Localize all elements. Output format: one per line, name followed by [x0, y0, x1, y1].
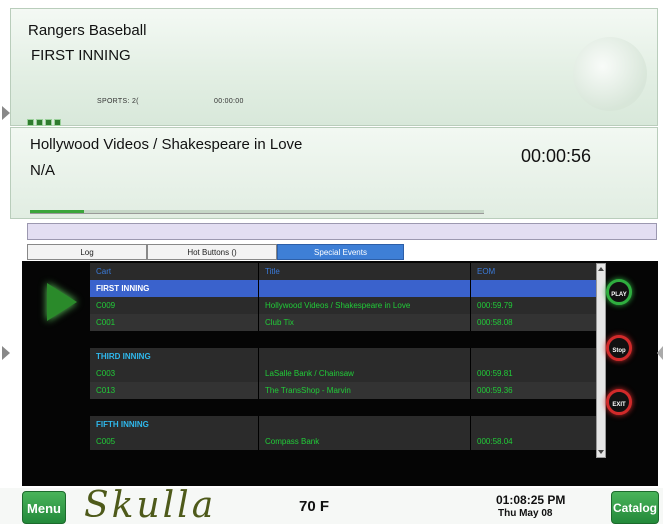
section-eom-empty — [471, 280, 596, 297]
section-name: FIRST INNING — [90, 280, 259, 297]
table-row[interactable]: C009 Hollywood Videos / Shakespeare in L… — [90, 297, 596, 314]
column-header-cart[interactable]: Cart — [90, 263, 259, 280]
section-row[interactable]: THIRD INNING — [90, 348, 596, 365]
up-next-panel: Hollywood Videos / Shakespeare in Love N… — [10, 127, 658, 219]
scroll-down-icon[interactable] — [598, 450, 604, 454]
title-cell: Compass Bank — [259, 433, 471, 450]
date: Thu May 08 — [498, 508, 553, 519]
exit-button[interactable]: EXIT — [606, 389, 632, 415]
table-scrollbar[interactable] — [596, 263, 606, 458]
section-title-empty — [259, 416, 471, 433]
eom-cell: 000:58.08 — [477, 318, 513, 327]
play-arrow-icon[interactable] — [47, 283, 77, 321]
tab-log[interactable]: Log — [27, 244, 147, 260]
eom-cell: 000:59.79 — [477, 301, 513, 310]
special-events-panel: Cart Title EOM FIRST INNING C009 Hollywo… — [22, 261, 658, 486]
section-title-empty — [259, 348, 471, 365]
stop-button[interactable]: Stop — [606, 335, 632, 361]
cart-cell: C013 — [90, 382, 259, 399]
section-eom-empty — [471, 416, 596, 433]
cart-cell: C003 — [90, 365, 259, 382]
cart-cell: C005 — [90, 433, 259, 450]
eom-cell: 000:58.04 — [477, 437, 513, 446]
events-table: Cart Title EOM FIRST INNING C009 Hollywo… — [90, 263, 596, 458]
expand-left-arrow-icon[interactable] — [2, 346, 10, 360]
title-cell: Club Tix — [259, 314, 471, 331]
now-playing-title: Rangers Baseball — [28, 22, 147, 39]
level-meter — [27, 119, 61, 126]
level-segment — [54, 119, 61, 126]
table-row[interactable]: C005 Compass Bank 000:58.04 — [90, 433, 596, 450]
progress-fill — [30, 210, 85, 213]
eom-cell: 000:59.36 — [477, 386, 513, 395]
cart-cell: C009 — [90, 297, 259, 314]
up-next-title: Hollywood Videos / Shakespeare in Love — [30, 136, 303, 153]
title-cell: Hollywood Videos / Shakespeare in Love — [259, 297, 471, 314]
table-row[interactable]: C013 The TransShop - Marvin 000:59.36 — [90, 382, 596, 399]
section-row[interactable]: FIRST INNING — [90, 280, 596, 297]
column-header-title[interactable]: Title — [259, 263, 471, 280]
column-header-eom[interactable]: EOM — [471, 263, 596, 280]
temperature: 70 F — [299, 498, 330, 515]
up-next-progress-bar — [30, 210, 484, 214]
catalog-button[interactable]: Catalog — [611, 491, 659, 524]
collapse-left-arrow-icon[interactable] — [2, 106, 10, 120]
now-playing-panel: Rangers Baseball FIRST INNING SPORTS: 2(… — [10, 8, 658, 126]
clock: 01:08:25 PM — [496, 493, 566, 507]
up-next-time: 00:00:56 — [521, 146, 592, 166]
spacer-row — [90, 331, 596, 348]
cart-cell: C001 — [90, 314, 259, 331]
satellite-dish-icon — [573, 37, 647, 111]
title-cell: The TransShop - Marvin — [259, 382, 471, 399]
section-row[interactable]: FIFTH INNING — [90, 416, 596, 433]
level-segment — [36, 119, 43, 126]
section-name: THIRD INNING — [90, 348, 259, 365]
skulla-logo: Skulla — [84, 485, 217, 524]
footer-bar: Menu Skulla 70 F 01:08:25 PM Thu May 08 … — [0, 488, 663, 524]
level-segment — [27, 119, 34, 126]
now-playing-category: SPORTS: 2( — [97, 98, 139, 105]
section-title-empty — [259, 280, 471, 297]
table-header: Cart Title EOM — [90, 263, 596, 280]
up-next-subtitle: N/A — [30, 162, 56, 179]
info-strip — [27, 223, 657, 240]
section-name: FIFTH INNING — [90, 416, 259, 433]
tab-special-events[interactable]: Special Events — [277, 244, 404, 260]
menu-button[interactable]: Menu — [22, 491, 66, 524]
section-eom-empty — [471, 348, 596, 365]
level-segment — [45, 119, 52, 126]
play-button[interactable]: PLAY — [606, 279, 632, 305]
title-cell: LaSalle Bank / Chainsaw — [259, 365, 471, 382]
table-row[interactable]: C003 LaSalle Bank / Chainsaw 000:59.81 — [90, 365, 596, 382]
table-row[interactable]: C001 Club Tix 000:58.08 — [90, 314, 596, 331]
tab-bar: Log Hot Buttons () Special Events — [27, 244, 404, 260]
tab-hot-buttons[interactable]: Hot Buttons () — [147, 244, 277, 260]
spacer-row — [90, 399, 596, 416]
expand-right-arrow-icon[interactable] — [657, 346, 663, 360]
now-playing-subtitle: FIRST INNING — [31, 47, 131, 64]
now-playing-timer: 00:00:00 — [214, 98, 244, 105]
scroll-up-icon[interactable] — [598, 267, 604, 271]
eom-cell: 000:59.81 — [477, 369, 513, 378]
